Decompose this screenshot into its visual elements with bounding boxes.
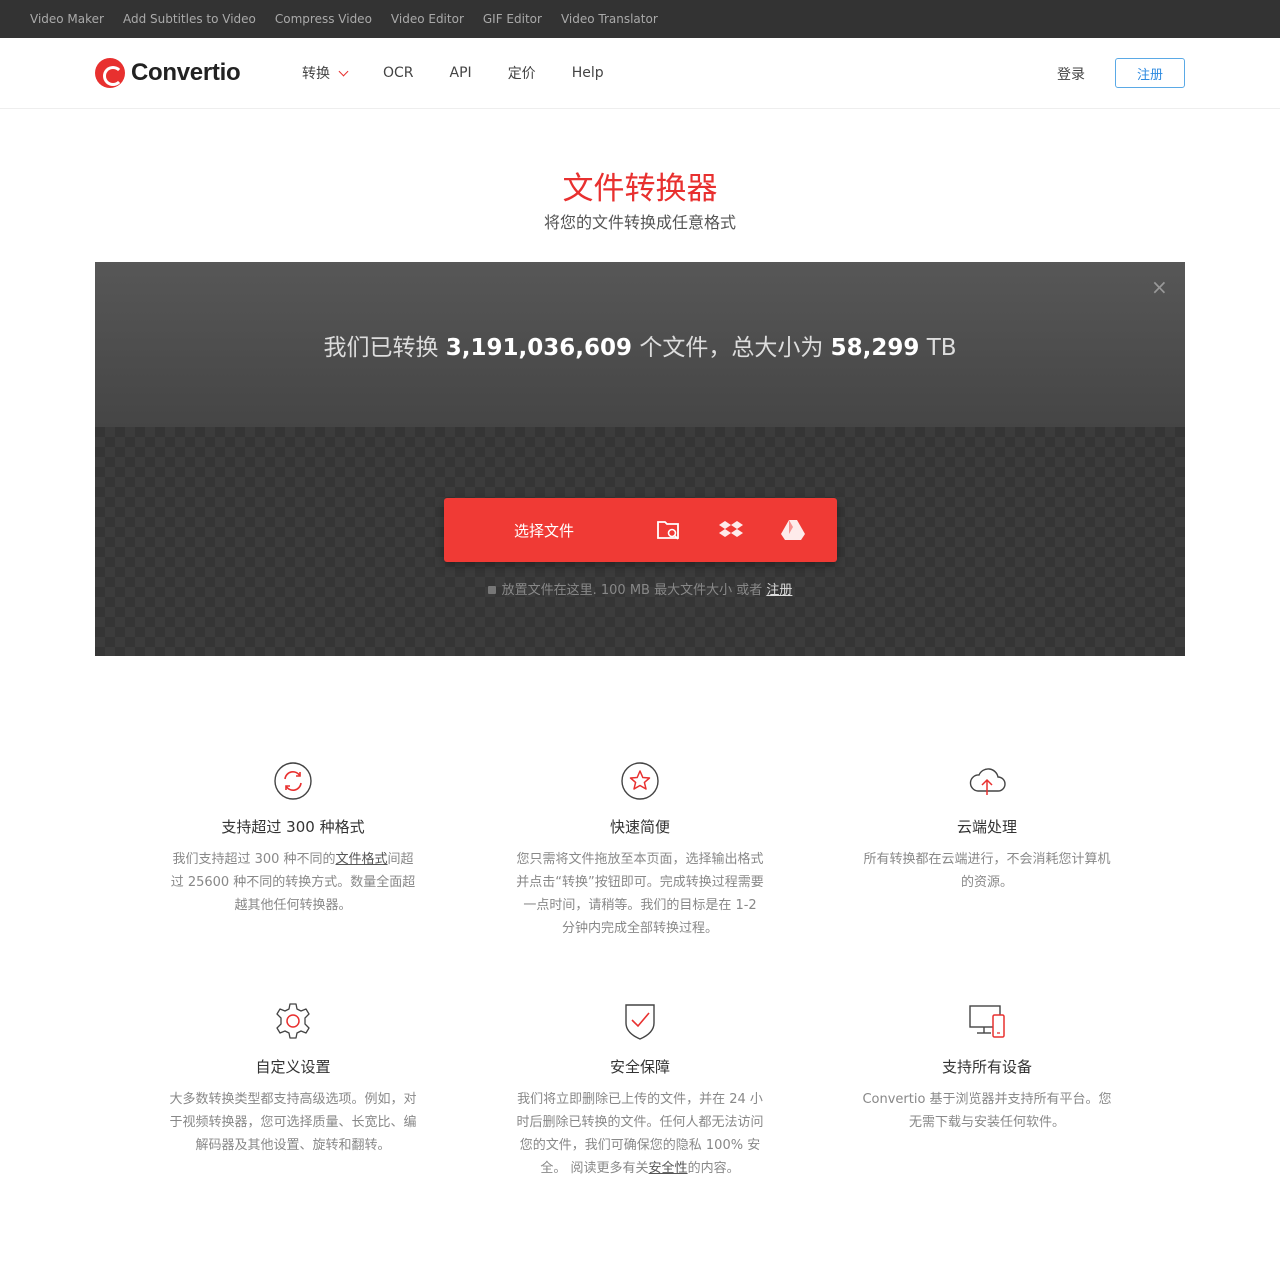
choose-files-label: 选择文件 (514, 521, 575, 540)
nav-item-label: 转换 (302, 66, 330, 82)
feature-desc: 所有转换都在云端进行，不会消耗您计算机的资源。 (863, 852, 1111, 890)
lock-icon (487, 586, 496, 594)
files-count: 3,191,036,609 (445, 335, 633, 361)
folder-search-icon[interactable] (656, 518, 682, 542)
feature-desc: 我们支持超过 300 种不同的文件格式间超过 25600 种不同的转换方式。数量… (168, 848, 418, 917)
chevron-down-icon (338, 66, 349, 76)
stats-middle: 个文件，总大小为 (632, 335, 831, 361)
feature-title: 快速简便 (609, 818, 670, 836)
toplink-video-editor[interactable]: Video Editor (391, 12, 464, 26)
top-links-bar: Video Maker Add Subtitles to Video Compr… (0, 0, 1280, 38)
feature-desc: 大多数转换类型都支持高级选项。例如，对于视频转换器，您可选择质量、长宽比、编解码… (169, 1092, 417, 1153)
feature-devices: 支持所有设备 Convertio 基于浏览器并支持所有平台。您无需下载与安装任何… (862, 1001, 1112, 1134)
nav-item-pricing[interactable]: 定价 (508, 63, 536, 83)
nav-item-api[interactable]: API (450, 65, 472, 81)
signup-button[interactable]: 注册 (1115, 58, 1185, 88)
feature-security: 安全保障 我们将立即删除已上传的文件，并在 24 小时后删除已转换的文件。任何人… (515, 1001, 765, 1180)
feature-desc: 我们将立即删除已上传的文件，并在 24 小时后删除已转换的文件。任何人都无法访问… (515, 1088, 765, 1180)
refresh-icon (274, 762, 312, 800)
toplink-video-maker[interactable]: Video Maker (30, 12, 104, 26)
feature-formats: 支持超过 300 种格式 我们支持超过 300 种不同的文件格式间超过 2560… (168, 761, 418, 917)
total-size: 58,299 (830, 335, 920, 361)
logo[interactable]: Convertio (95, 58, 241, 88)
toplink-add-subtitles[interactable]: Add Subtitles to Video (123, 12, 256, 26)
feature-desc: Convertio 基于浏览器并支持所有平台。您无需下载与安装任何软件。 (862, 1092, 1112, 1130)
conversion-stats: 我们已转换 3,191,036,609 个文件，总大小为 58,299 TB (95, 328, 1185, 362)
nav-item-convert[interactable]: 转换 (302, 63, 349, 83)
cloud-upload-icon (969, 768, 1006, 795)
stats-banner: 我们已转换 3,191,036,609 个文件，总大小为 58,299 TB × (95, 262, 1185, 427)
toplink-compress-video[interactable]: Compress Video (275, 12, 372, 26)
close-icon[interactable]: × (1151, 277, 1168, 297)
feature-title: 云端处理 (956, 818, 1017, 836)
feature-desc-text: 我们支持超过 300 种不同的 (172, 852, 336, 867)
security-link[interactable]: 安全性 (649, 1161, 688, 1176)
main-header: Convertio 转换 OCR API 定价 Help 登录 注册 (0, 38, 1280, 109)
drop-note: 放置文件在这里. 100 MB 最大文件大小 或者 注册 (95, 579, 1185, 598)
google-drive-icon[interactable] (780, 518, 806, 542)
drop-note-text: 放置文件在这里. 100 MB 最大文件大小 或者 (501, 583, 767, 598)
stats-prefix: 我们已转换 (323, 335, 446, 361)
file-formats-link[interactable]: 文件格式 (336, 852, 388, 867)
drop-signup-link[interactable]: 注册 (766, 583, 792, 598)
toplink-video-translator[interactable]: Video Translator (561, 12, 658, 26)
upload-panel: 我们已转换 3,191,036,609 个文件，总大小为 58,299 TB ×… (95, 262, 1185, 656)
gear-icon (276, 1003, 310, 1039)
stats-unit: TB (919, 335, 957, 361)
logo-text: Convertio (131, 59, 241, 86)
devices-icon (969, 1005, 1005, 1038)
feature-title: 自定义设置 (255, 1058, 331, 1076)
feature-title: 支持超过 300 种格式 (221, 818, 365, 836)
toplink-gif-editor[interactable]: GIF Editor (483, 12, 542, 26)
logo-icon (95, 58, 125, 88)
feature-desc: 您只需将文件拖放至本页面，选择输出格式并点击“转换”按钮即可。完成转换过程需要一… (516, 852, 764, 936)
star-icon (621, 762, 659, 800)
page-title: 文件转换器 (562, 171, 718, 207)
nav-item-help[interactable]: Help (572, 65, 604, 81)
shield-check-icon (625, 1004, 655, 1040)
feature-fast: 快速简便 您只需将文件拖放至本页面，选择输出格式并点击“转换”按钮即可。完成转换… (515, 761, 765, 940)
feature-title: 支持所有设备 (941, 1058, 1032, 1076)
main-nav: 转换 OCR API 定价 Help (302, 38, 640, 108)
choose-files-button[interactable]: 选择文件 (444, 498, 837, 562)
nav-item-ocr[interactable]: OCR (383, 65, 414, 81)
feature-cloud: 云端处理 所有转换都在云端进行，不会消耗您计算机的资源。 (862, 761, 1112, 894)
feature-title: 安全保障 (609, 1058, 670, 1076)
dropbox-icon[interactable] (718, 518, 744, 542)
feature-desc-text: 的内容。 (687, 1161, 740, 1176)
page-subtitle: 将您的文件转换成任意格式 (543, 213, 736, 232)
feature-settings: 自定义设置 大多数转换类型都支持高级选项。例如，对于视频转换器，您可选择质量、长… (168, 1001, 418, 1157)
login-link[interactable]: 登录 (1057, 64, 1085, 84)
